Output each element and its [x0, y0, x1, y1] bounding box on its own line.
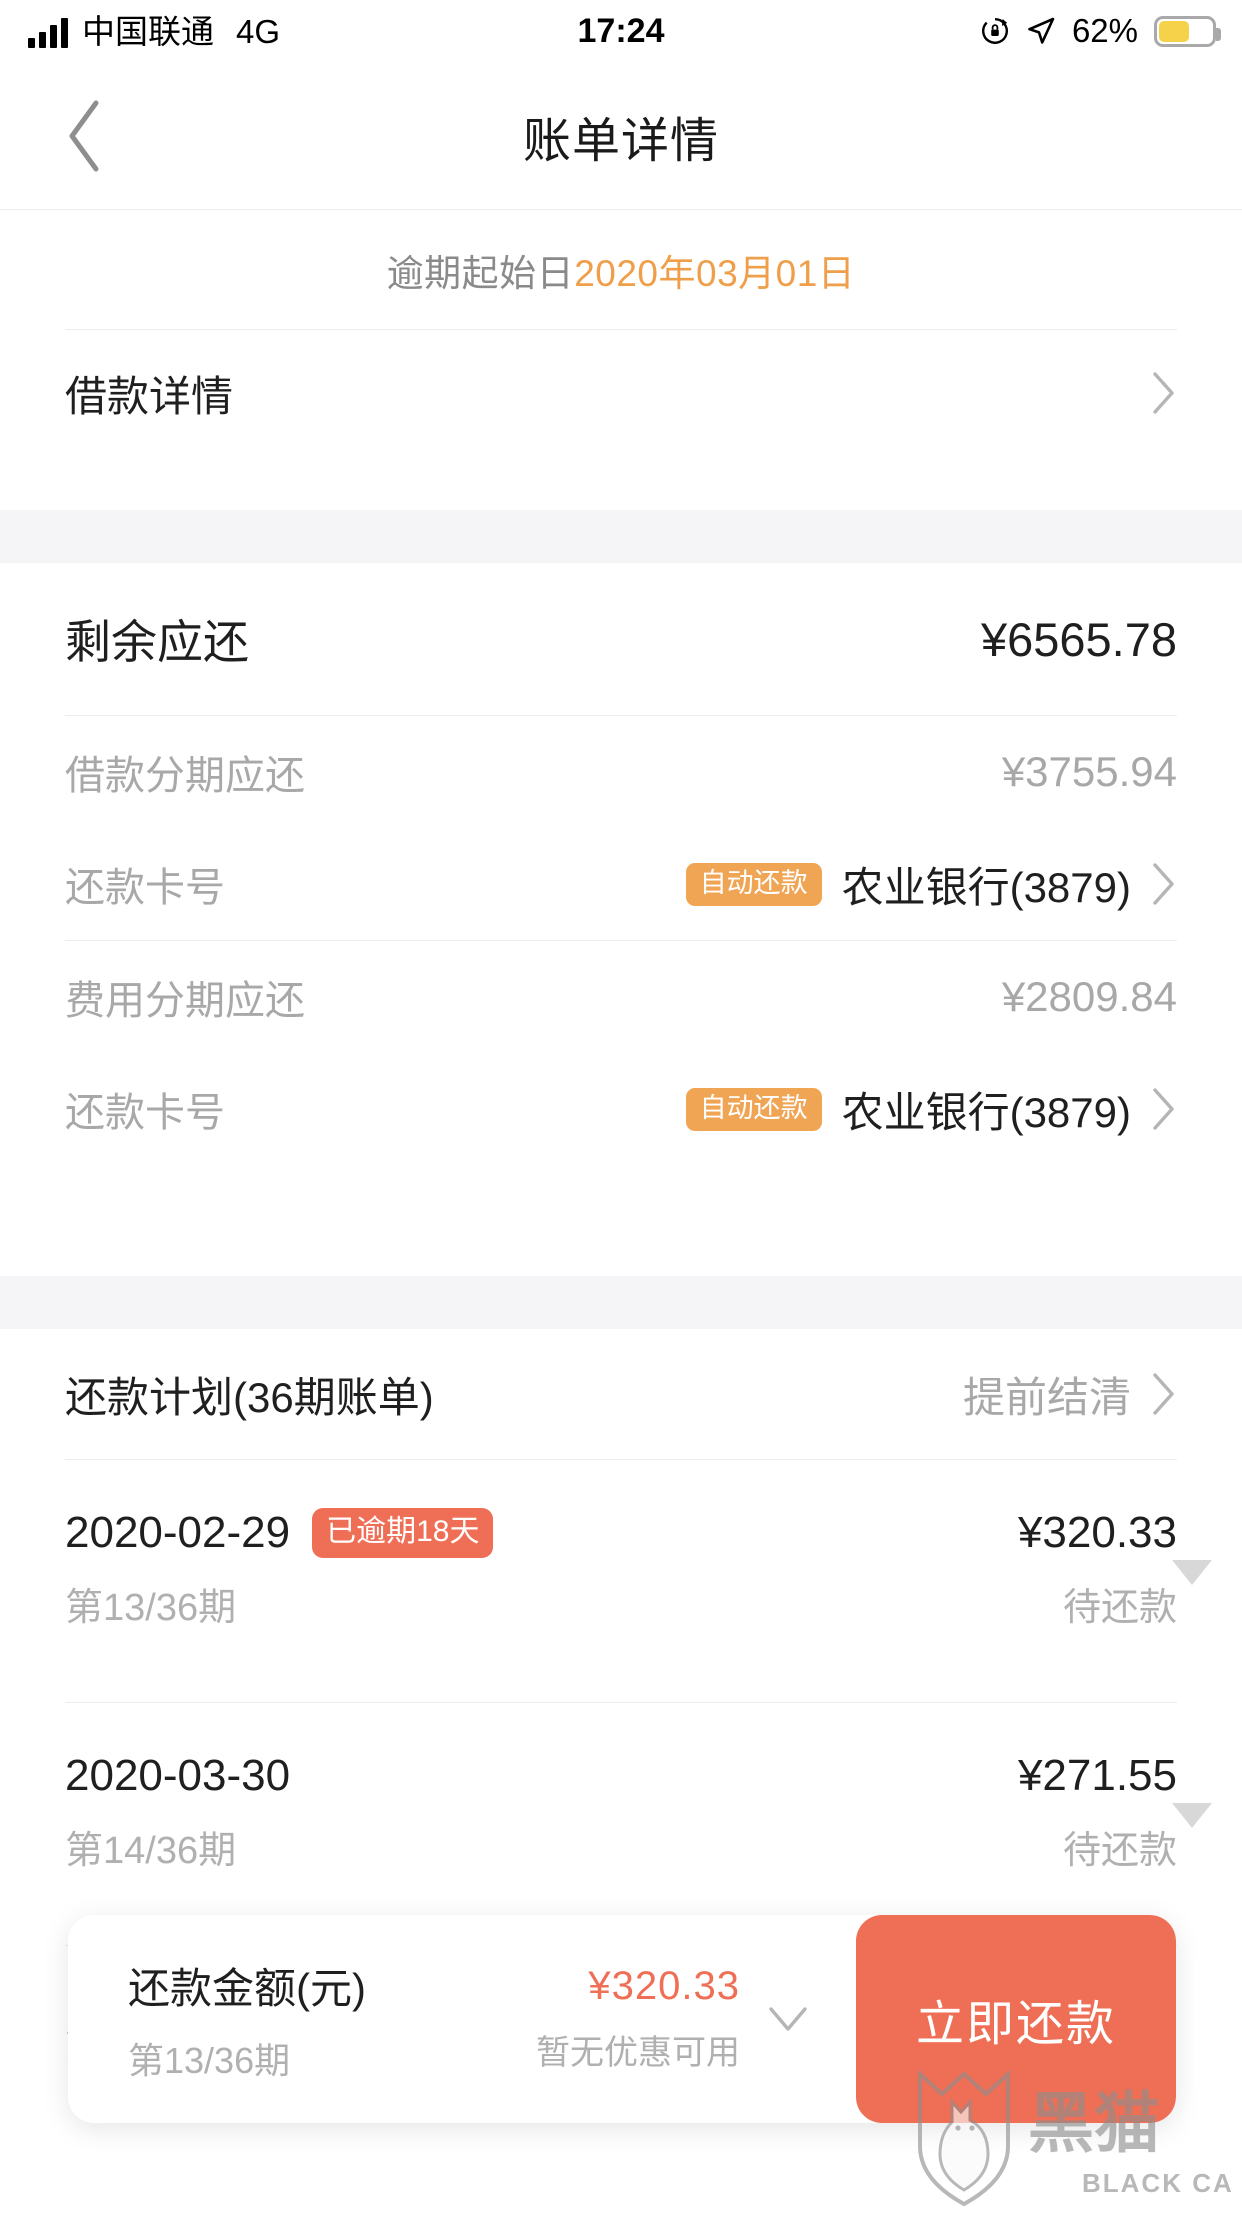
repayment-amount-selector[interactable]: ¥320.33 暂无优惠可用 — [536, 1964, 846, 2074]
section-gap-2 — [0, 1276, 1242, 1329]
overdue-days-badge: 已逾期18天 — [312, 1508, 494, 1558]
status-bar-clock: 17:24 — [577, 11, 665, 50]
loan-detail-section: 借款详情 — [0, 329, 1242, 456]
chevron-right-icon — [1153, 1373, 1174, 1415]
page-title: 账单详情 — [522, 114, 719, 168]
plan-row[interactable]: 2020-03-30 第14/36期 ¥271.55 待还款 — [0, 1703, 1242, 1945]
fee-installment-value: ¥2809.84 — [1001, 973, 1177, 1020]
remaining-due-value: ¥6565.78 — [980, 612, 1177, 666]
auto-repay-badge: 自动还款 — [685, 1087, 822, 1131]
expand-triangle-icon[interactable] — [1172, 1560, 1212, 1585]
chevron-right-icon — [1153, 1088, 1174, 1130]
fee-installment-row: 费用分期应还 ¥2809.84 — [0, 941, 1242, 1053]
plan-row-right: ¥320.33 待还款 — [1018, 1508, 1177, 1631]
fee-installment-label: 费用分期应还 — [65, 979, 305, 1023]
pay-now-button[interactable]: 立即还款 — [856, 1915, 1176, 2123]
rotation-lock-icon — [980, 16, 1010, 46]
plan-due-date: 2020-03-30 — [65, 1751, 291, 1800]
principal-installment-row: 借款分期应还 ¥3755.94 — [0, 716, 1242, 828]
repayment-term-label: 第13/36期 — [128, 2039, 291, 2081]
repayment-amount-block: 还款金额(元) 第13/36期 ¥320.33 暂无优惠可用 — [68, 1915, 856, 2123]
chevron-right-icon — [1153, 863, 1174, 905]
coupon-note: 暂无优惠可用 — [536, 2034, 740, 2072]
overdue-start-label: 逾期起始日 — [386, 253, 575, 294]
auto-repay-badge: 自动还款 — [685, 862, 822, 906]
principal-repay-card-row[interactable]: 还款卡号 自动还款 农业银行(3879) — [0, 828, 1242, 940]
principal-repay-card-value: 农业银行(3879) — [841, 863, 1131, 911]
fee-repay-card-row[interactable]: 还款卡号 自动还款 农业银行(3879) — [0, 1053, 1242, 1165]
plan-row[interactable]: 2020-02-29 已逾期18天 第13/36期 ¥320.33 待还款 — [0, 1460, 1242, 1702]
repayment-plan-header[interactable]: 还款计划(36期账单) 提前结清 — [0, 1329, 1242, 1459]
remaining-due-row: 剩余应还 ¥6565.78 — [0, 563, 1242, 715]
plan-row-left: 2020-03-30 第14/36期 — [65, 1751, 290, 1874]
repayment-amount-label: 还款金额(元) — [128, 1964, 366, 2012]
overdue-start-banner: 逾期起始日 2020年03月01日 — [0, 211, 1242, 329]
principal-installment-value: ¥3755.94 — [1001, 748, 1177, 795]
fee-repay-card-label: 还款卡号 — [65, 1091, 225, 1135]
section-gap-1 — [0, 510, 1242, 563]
summary-section: 剩余应还 ¥6565.78 借款分期应还 ¥3755.94 还款卡号 自动还款 … — [0, 563, 1242, 1165]
principal-repay-card-label: 还款卡号 — [65, 866, 225, 910]
overdue-start-date: 2020年03月01日 — [574, 253, 856, 294]
plan-row-left: 2020-02-29 已逾期18天 第13/36期 — [65, 1508, 494, 1631]
repayment-plan-title: 还款计划(36期账单) — [65, 1373, 434, 1421]
chevron-right-icon — [1153, 372, 1174, 414]
plan-term-label: 第14/36期 — [65, 1830, 237, 1872]
loan-detail-label: 借款详情 — [65, 372, 234, 420]
plan-term-label: 第13/36期 — [65, 1587, 237, 1629]
chevron-down-icon[interactable] — [766, 2003, 810, 2035]
early-settle-link[interactable]: 提前结清 — [963, 1364, 1131, 1425]
loan-detail-row[interactable]: 借款详情 — [0, 330, 1242, 456]
plan-due-date: 2020-02-29 — [65, 1508, 291, 1557]
repayment-action-bar: 还款金额(元) 第13/36期 ¥320.33 暂无优惠可用 立即还款 — [68, 1915, 1176, 2123]
nav-bar: 账单详情 — [0, 62, 1242, 210]
plan-status: 待还款 — [1062, 1830, 1177, 1872]
plan-amount: ¥271.55 — [1017, 1751, 1177, 1800]
plan-status: 待还款 — [1062, 1587, 1177, 1629]
battery-icon — [1154, 15, 1221, 47]
fee-repay-card-value: 农业银行(3879) — [841, 1088, 1131, 1136]
remaining-due-label: 剩余应还 — [65, 616, 249, 668]
status-bar: 中国联通 4G 17:24 62% — [0, 0, 1242, 62]
repayment-amount-value: ¥320.33 — [588, 1964, 740, 2008]
plan-amount: ¥320.33 — [1017, 1508, 1177, 1557]
principal-installment-label: 借款分期应还 — [65, 754, 305, 798]
plan-row-right: ¥271.55 待还款 — [1018, 1751, 1177, 1874]
expand-triangle-icon[interactable] — [1172, 1803, 1212, 1828]
